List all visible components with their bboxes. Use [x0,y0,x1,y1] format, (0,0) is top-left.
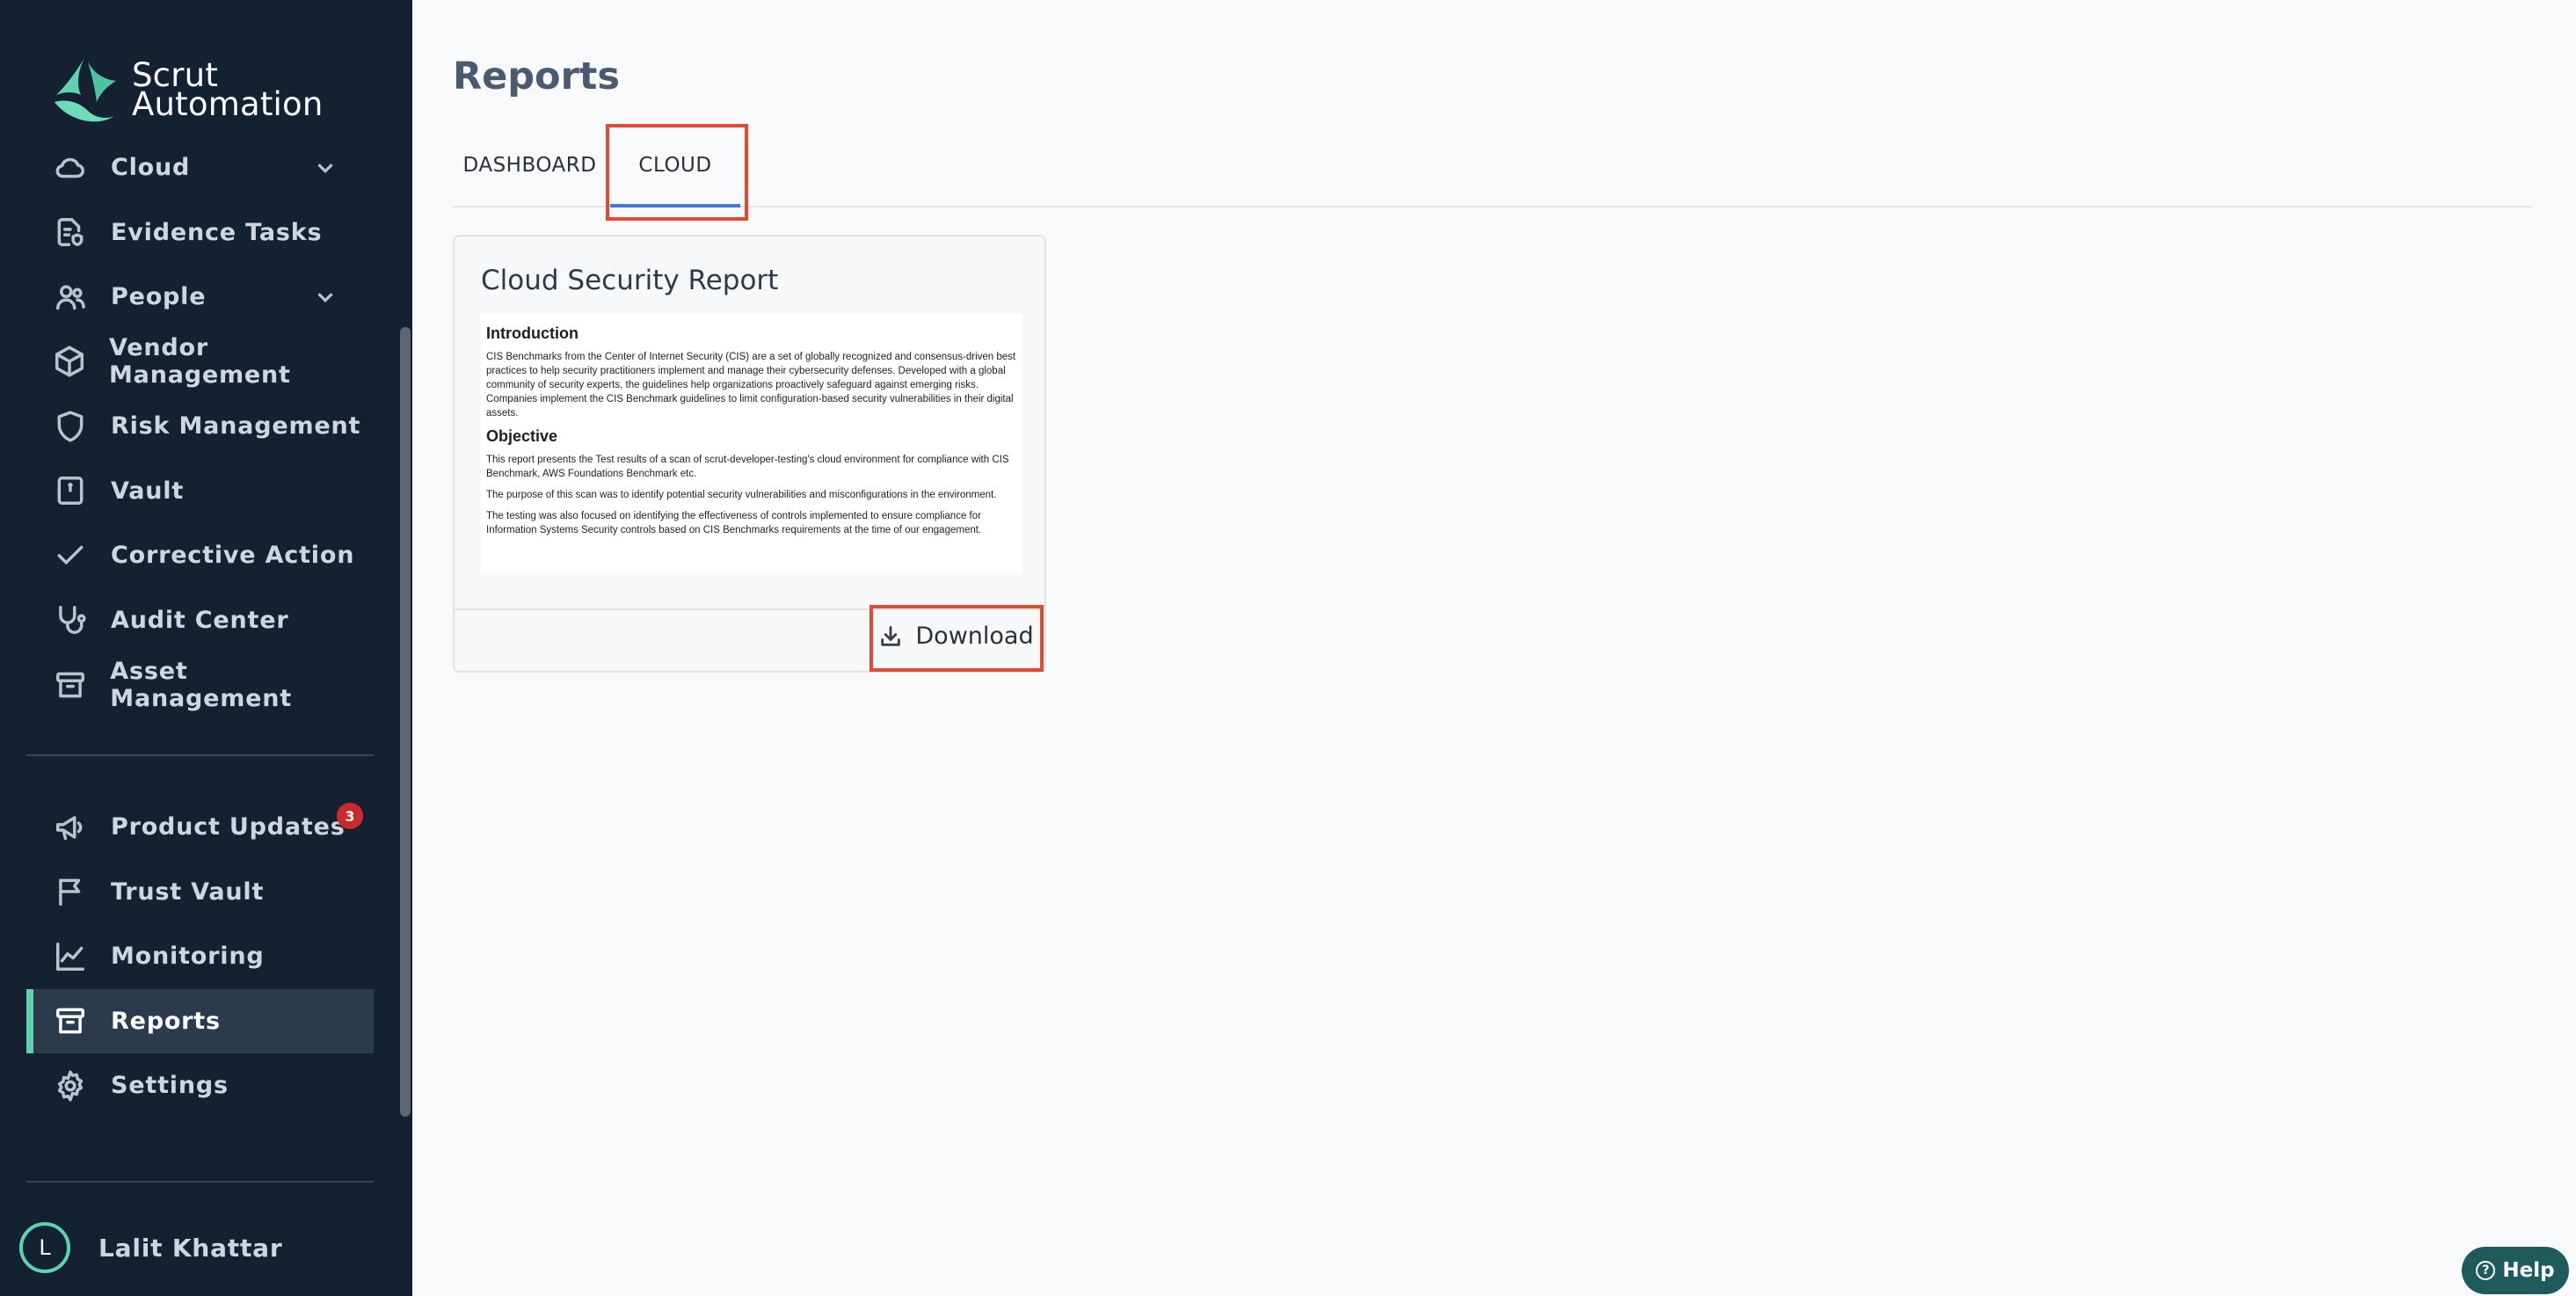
sidebar-item-label: Trust Vault [111,877,265,906]
sidebar-item-audit-center[interactable]: Audit Center [26,588,374,653]
report-tabs: DASHBOARD CLOUD [453,123,2532,208]
archive-icon [53,1003,88,1038]
report-preview: Introduction CIS Benchmarks from the Cen… [481,314,1022,573]
chart-icon [53,939,88,974]
sidebar-item-monitoring[interactable]: Monitoring [26,924,374,989]
sidebar-item-label: Cloud [111,154,191,182]
sidebar-item-trust-vault[interactable]: Trust Vault [26,860,374,925]
help-button[interactable]: ? Help [2462,1247,2569,1294]
question-icon: ? [2476,1261,2496,1280]
sidebar-item-vendor-management[interactable]: Vendor Management [26,330,374,395]
archive-icon [53,667,87,703]
sidebar-divider [26,754,374,756]
notification-badge: 3 [337,803,363,829]
sidebar-item-label: Risk Management [111,412,361,440]
scrut-logo-icon [55,58,116,122]
flag-icon [53,874,88,909]
page-title: Reports [453,55,620,98]
megaphone-icon [53,810,88,845]
sidebar-item-people[interactable]: People [26,265,374,330]
sidebar-scrollbar[interactable] [400,327,411,1117]
chevron-down-icon[interactable] [312,155,338,181]
sidebar-item-corrective-action[interactable]: Corrective Action [26,523,374,588]
sidebar-item-label: Audit Center [111,606,289,634]
sidebar-divider [26,1181,374,1183]
tab-dashboard[interactable]: DASHBOARD [453,123,607,208]
sidebar-nav: Cloud Evidence Tasks People Vendor Manag… [26,135,374,717]
preview-paragraph: The testing was also focused on identify… [486,511,982,535]
preview-heading: Introduction [486,324,579,342]
sidebar-item-label: Reports [111,1007,221,1035]
highlight-box [870,605,1044,672]
sidebar-item-risk-management[interactable]: Risk Management [26,394,374,459]
help-label: Help [2502,1259,2555,1282]
brand-logo[interactable]: Scrut Automation [49,56,324,123]
sidebar-item-evidence-tasks[interactable]: Evidence Tasks [26,200,374,266]
preview-paragraph: The purpose of this scan was to identify… [486,490,997,500]
sidebar-item-label: Monitoring [111,943,265,971]
sidebar-item-settings[interactable]: Settings [26,1053,374,1118]
sidebar-item-label: People [111,283,207,311]
sidebar-item-label: Asset Management [110,657,293,712]
avatar: L [19,1222,70,1273]
user-profile[interactable]: L Lalit Khattar [19,1222,282,1273]
sidebar-item-label: Vendor Management [109,334,291,390]
sidebar-item-vault[interactable]: Vault [26,459,374,524]
check-icon [53,538,88,573]
preview-paragraph: CIS Benchmarks from the Center of Intern… [486,352,1016,419]
sidebar-item-label: Corrective Action [111,542,355,570]
user-name: Lalit Khattar [98,1233,283,1263]
sidebar-item-label: Evidence Tasks [111,218,323,246]
document-shield-icon [53,215,88,250]
sidebar-item-label: Vault [111,477,185,505]
preview-paragraph: This report presents the Test results of… [486,455,1009,479]
brand-line2: Automation [132,85,324,123]
report-card-title: Cloud Security Report [481,265,779,296]
people-icon [53,280,88,315]
sidebar-item-product-updates[interactable]: Product Updates [26,795,374,860]
sidebar-nav-secondary: Product Updates Trust Vault Monitoring R… [26,795,374,1118]
sidebar-item-asset-management[interactable]: Asset Management [26,652,374,717]
preview-heading: Objective [486,427,558,445]
box-icon [53,344,86,379]
highlight-box [606,124,748,221]
stethoscope-icon [53,602,88,637]
shield-icon [53,409,88,444]
sidebar: Scrut Automation Cloud Evidence Tasks Pe… [0,0,412,1296]
sidebar-item-label: Product Updates [111,813,346,841]
sidebar-item-label: Settings [111,1072,229,1100]
cloud-icon [53,150,88,186]
chevron-down-icon[interactable] [312,284,338,310]
sidebar-item-reports[interactable]: Reports [26,988,374,1053]
sidebar-item-cloud[interactable]: Cloud [26,135,374,200]
vault-icon [53,473,88,508]
gear-icon [53,1068,88,1103]
